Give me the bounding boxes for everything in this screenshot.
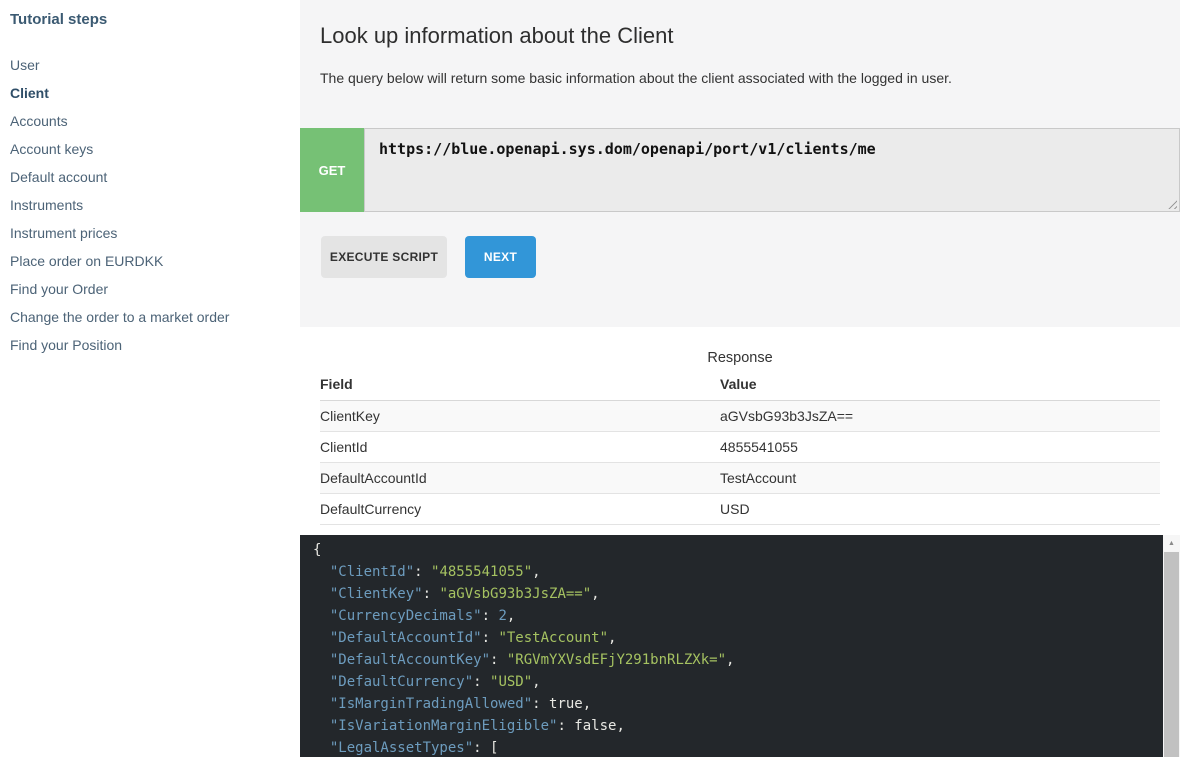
sidebar: Tutorial steps UserClientAccountsAccount… — [0, 0, 300, 757]
http-method-badge: GET — [300, 128, 364, 212]
response-table: Field Value ClientKeyaGVsbG93b3JsZA==Cli… — [320, 371, 1160, 525]
code-line: "ClientId": "4855541055", — [313, 561, 734, 583]
execute-script-button[interactable]: EXECUTE SCRIPT — [321, 236, 447, 278]
table-row: DefaultCurrencyUSD — [320, 494, 1160, 525]
page-description: The query below will return some basic i… — [320, 70, 952, 86]
field-cell: ClientId — [320, 432, 720, 463]
sidebar-item-place-order-on-eurdkk[interactable]: Place order on EURDKK — [10, 247, 229, 275]
response-table-body: ClientKeyaGVsbG93b3JsZA==ClientId4855541… — [320, 401, 1160, 525]
sidebar-item-find-your-order[interactable]: Find your Order — [10, 275, 229, 303]
next-button[interactable]: NEXT — [465, 236, 536, 278]
response-caption: Response — [300, 350, 1180, 366]
scrollbar-thumb[interactable] — [1164, 552, 1179, 757]
field-cell: DefaultAccountId — [320, 463, 720, 494]
code-line: "DefaultAccountId": "TestAccount", — [313, 627, 734, 649]
value-cell: USD — [720, 494, 1160, 525]
sidebar-item-instruments[interactable]: Instruments — [10, 191, 229, 219]
sidebar-item-user[interactable]: User — [10, 51, 229, 79]
request-row: GET https://blue.openapi.sys.dom/openapi… — [300, 128, 1180, 212]
page-title: Look up information about the Client — [320, 23, 673, 49]
sidebar-item-find-your-position[interactable]: Find your Position — [10, 331, 229, 359]
request-url-input[interactable]: https://blue.openapi.sys.dom/openapi/por… — [364, 128, 1180, 212]
response-table-header-row: Field Value — [320, 371, 1160, 401]
sidebar-item-default-account[interactable]: Default account — [10, 163, 229, 191]
code-line: "DefaultCurrency": "USD", — [313, 671, 734, 693]
code-scrollbar[interactable]: ▲ — [1163, 535, 1180, 757]
field-cell: ClientKey — [320, 401, 720, 432]
sidebar-item-change-the-order-to-a-market-order[interactable]: Change the order to a market order — [10, 303, 229, 331]
code-line: "IsVariationMarginEligible": false, — [313, 715, 734, 737]
code-line: { — [313, 539, 734, 561]
code-line: "IsMarginTradingAllowed": true, — [313, 693, 734, 715]
table-row: DefaultAccountIdTestAccount — [320, 463, 1160, 494]
column-header-value: Value — [720, 371, 1160, 401]
table-row: ClientId4855541055 — [320, 432, 1160, 463]
code-line: "LegalAssetTypes": [ — [313, 737, 734, 757]
tutorial-steps-nav: UserClientAccountsAccount keysDefault ac… — [10, 51, 229, 359]
value-cell: 4855541055 — [720, 432, 1160, 463]
sidebar-item-instrument-prices[interactable]: Instrument prices — [10, 219, 229, 247]
table-row: ClientKeyaGVsbG93b3JsZA== — [320, 401, 1160, 432]
field-cell: DefaultCurrency — [320, 494, 720, 525]
value-cell: TestAccount — [720, 463, 1160, 494]
code-line: "DefaultAccountKey": "RGVmYXVsdEFjY291bn… — [313, 649, 734, 671]
code-line: "CurrencyDecimals": 2, — [313, 605, 734, 627]
sidebar-title: Tutorial steps — [10, 11, 107, 28]
code-line: "ClientKey": "aGVsbG93b3JsZA==", — [313, 583, 734, 605]
sidebar-item-client[interactable]: Client — [10, 79, 229, 107]
main-content: Look up information about the Client The… — [300, 0, 1180, 757]
sidebar-item-accounts[interactable]: Accounts — [10, 107, 229, 135]
response-json-code-block[interactable]: { "ClientId": "4855541055", "ClientKey":… — [300, 535, 1180, 757]
scroll-up-arrow-icon[interactable]: ▲ — [1163, 535, 1180, 551]
sidebar-item-account-keys[interactable]: Account keys — [10, 135, 229, 163]
request-panel: Look up information about the Client The… — [300, 0, 1180, 327]
column-header-field: Field — [320, 371, 720, 401]
value-cell: aGVsbG93b3JsZA== — [720, 401, 1160, 432]
response-json-code: { "ClientId": "4855541055", "ClientKey":… — [313, 539, 734, 757]
